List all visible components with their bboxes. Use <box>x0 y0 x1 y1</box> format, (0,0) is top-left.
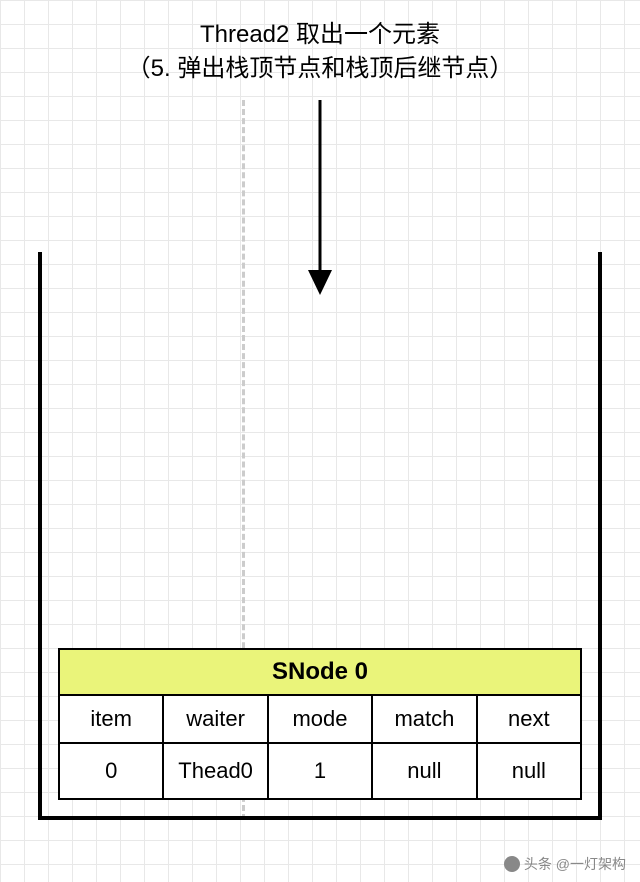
watermark-text: 头条 @一灯架构 <box>524 854 626 874</box>
stack-wall-bottom <box>38 816 602 820</box>
snode-value-waiter: Thead0 <box>164 744 268 798</box>
snode-value-match: null <box>373 744 477 798</box>
snode-label-mode: mode <box>269 696 373 742</box>
title-line-2: （5. 弹出栈顶节点和栈顶后继节点） <box>0 52 640 86</box>
snode-value-mode: 1 <box>269 744 373 798</box>
title-line-1: Thread2 取出一个元素 <box>0 18 640 52</box>
snode-title: SNode 0 <box>60 650 580 696</box>
snode-labels-row: item waiter mode match next <box>60 696 580 744</box>
watermark-icon <box>504 856 520 872</box>
snode-label-match: match <box>373 696 477 742</box>
watermark: 头条 @一灯架构 <box>504 854 626 874</box>
stack-container: SNode 0 item waiter mode match next 0 Th… <box>38 252 602 820</box>
diagram-title: Thread2 取出一个元素 （5. 弹出栈顶节点和栈顶后继节点） <box>0 18 640 85</box>
snode-table: SNode 0 item waiter mode match next 0 Th… <box>58 648 582 800</box>
snode-value-item: 0 <box>60 744 164 798</box>
snode-values-row: 0 Thead0 1 null null <box>60 744 580 798</box>
stack-wall-left <box>38 252 42 820</box>
snode-label-waiter: waiter <box>164 696 268 742</box>
stack-wall-right <box>598 252 602 820</box>
snode-label-item: item <box>60 696 164 742</box>
snode-value-next: null <box>478 744 580 798</box>
snode-label-next: next <box>478 696 580 742</box>
